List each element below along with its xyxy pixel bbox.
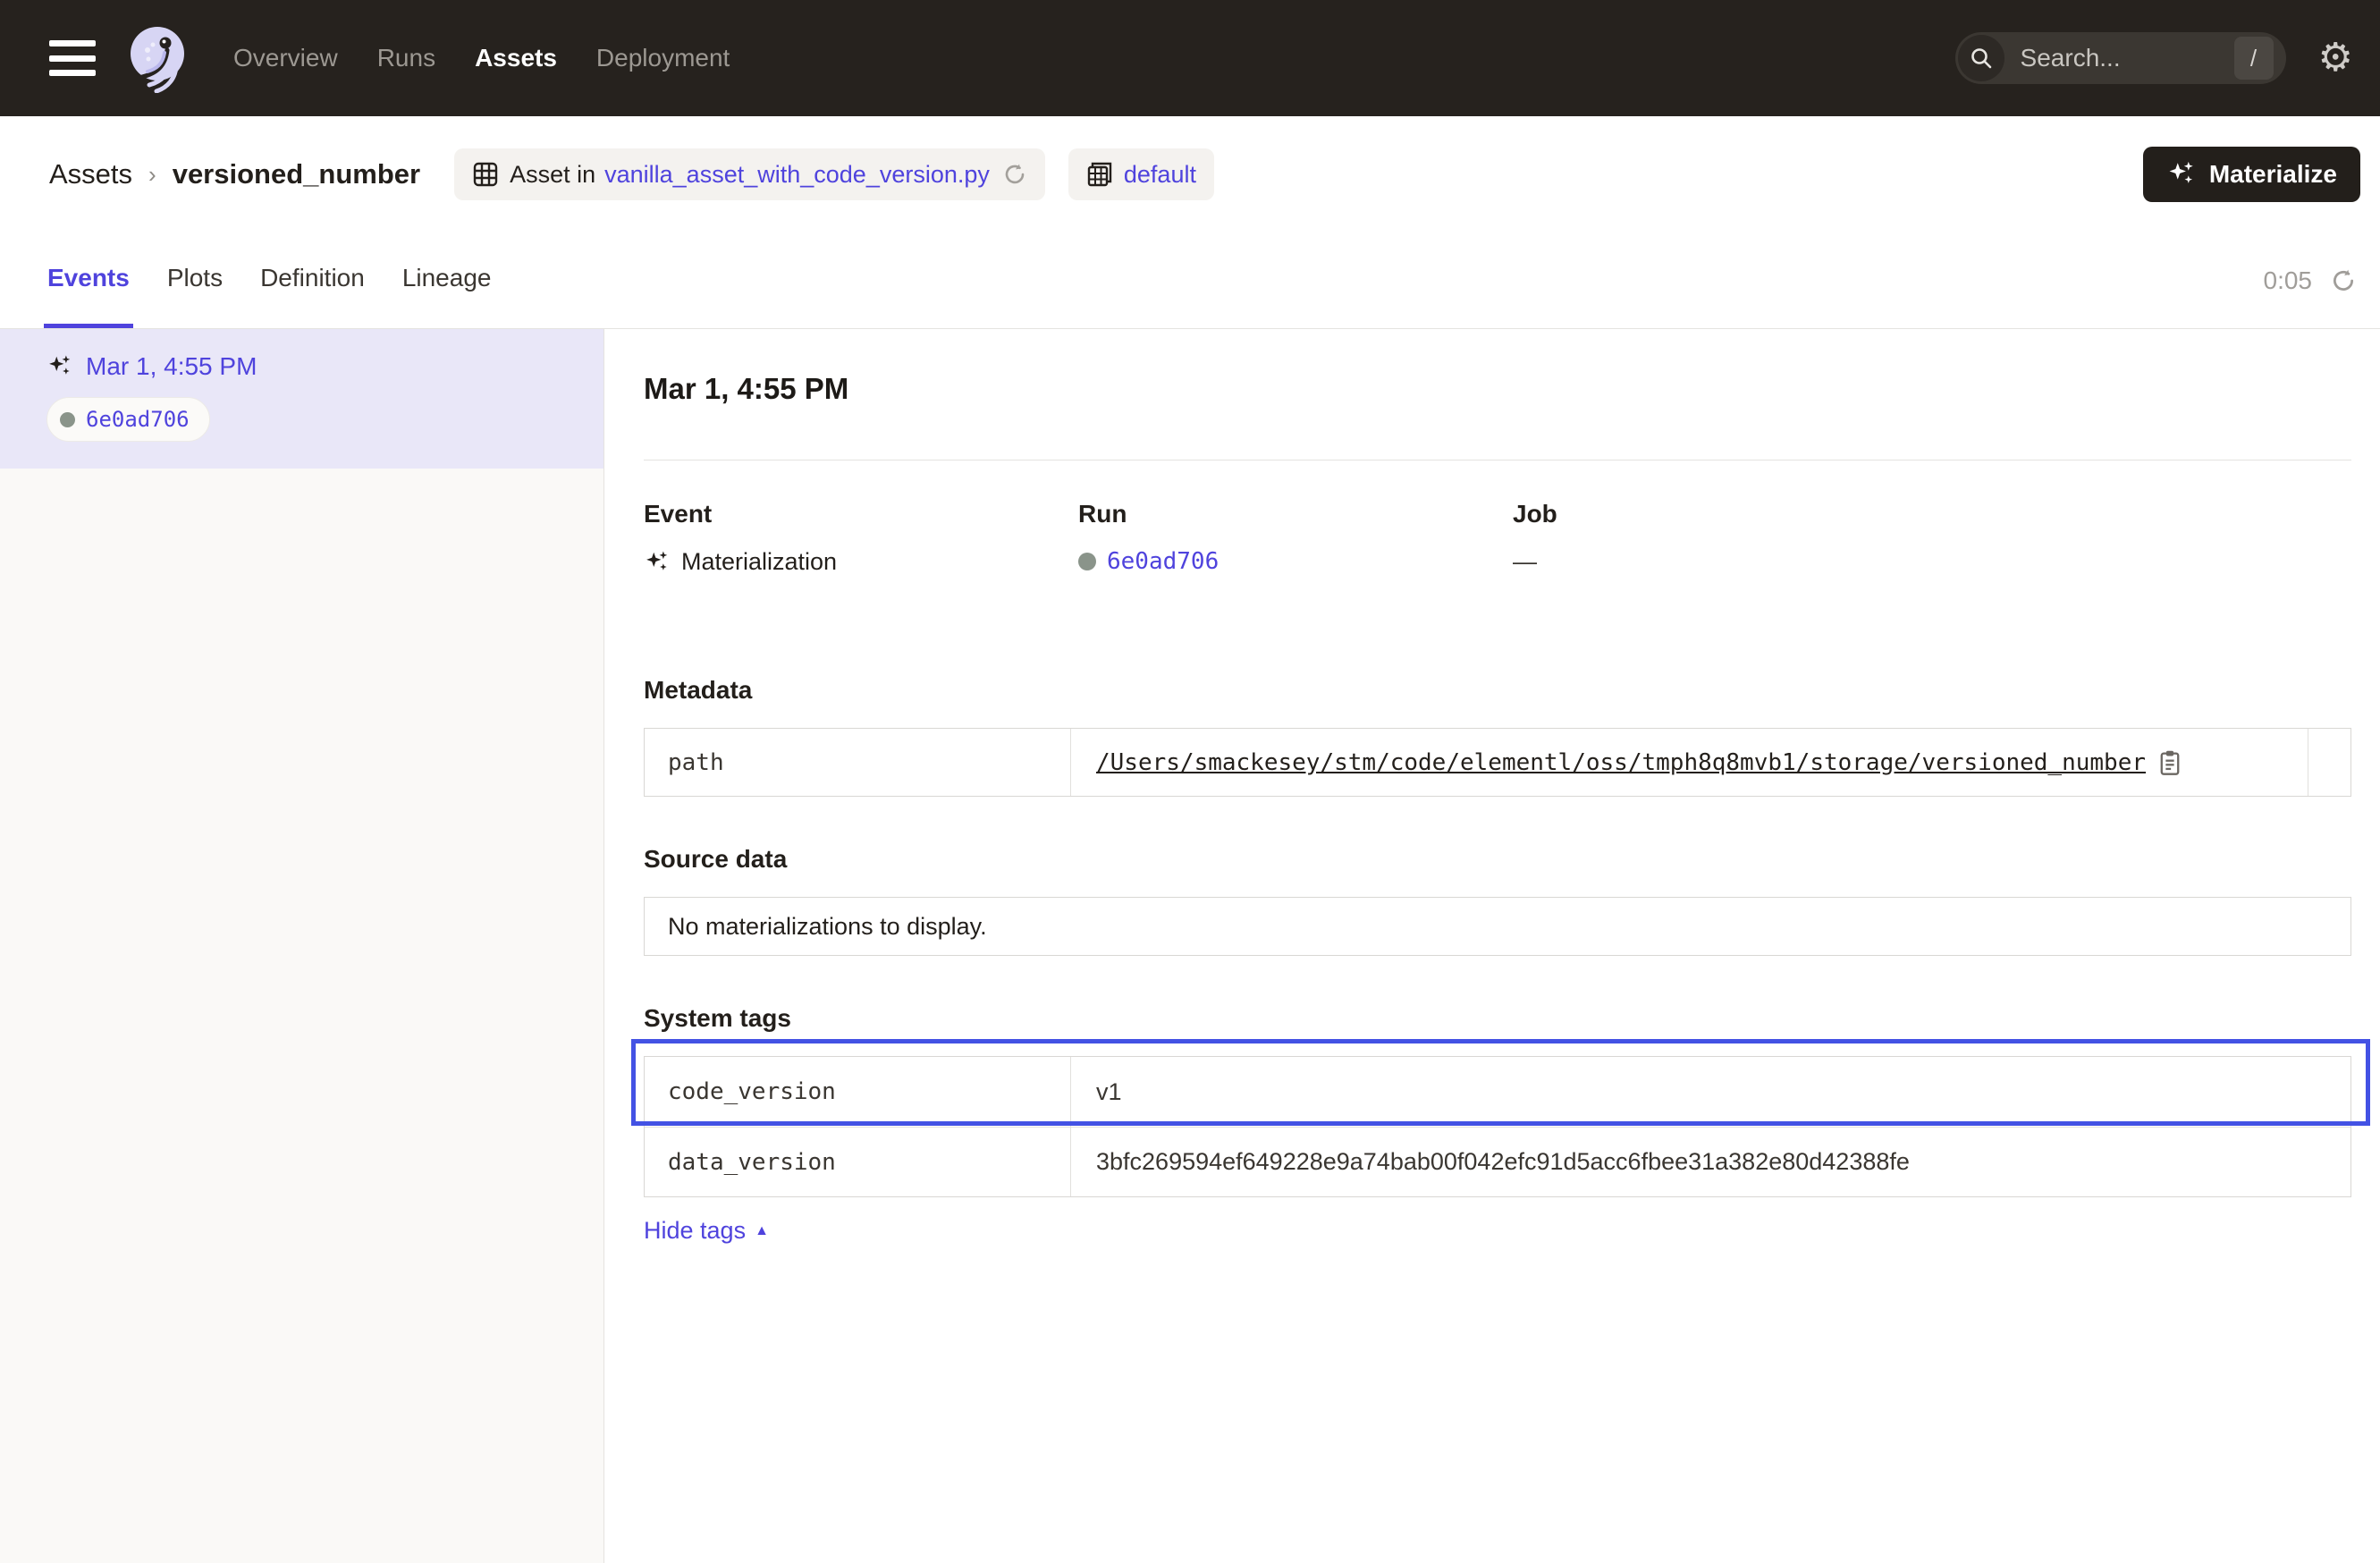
nav-assets[interactable]: Assets [475, 44, 557, 72]
job-column: Job — [1513, 500, 2351, 576]
asset-in-label: Asset in [510, 161, 595, 189]
event-detail-panel: Mar 1, 4:55 PM Event Materialization Run [604, 329, 2380, 1563]
run-status-dot [1078, 553, 1096, 570]
refresh-countdown: 0:05 [2264, 266, 2313, 295]
tag-row-data-version: data_version 3bfc269594ef649228e9a74bab0… [645, 1127, 2350, 1196]
event-summary-columns: Event Materialization Run 6e0ad706 [644, 500, 2351, 576]
materialize-button[interactable]: Materialize [2143, 147, 2360, 202]
asset-grid-icon [472, 161, 499, 188]
asset-header-row: Assets › versioned_number Asset in vanil… [0, 116, 2380, 232]
tab-plots[interactable]: Plots [164, 232, 226, 328]
event-list-item-selected[interactable]: Mar 1, 4:55 PM 6e0ad706 [0, 329, 603, 469]
app-header: Overview Runs Assets Deployment Search..… [0, 0, 2380, 116]
tag-row-code-version: code_version v1 [645, 1057, 2350, 1127]
run-id-link[interactable]: 6e0ad706 [1107, 548, 1219, 575]
caret-up-icon: ▲ [755, 1223, 769, 1239]
nav-deployment[interactable]: Deployment [596, 44, 730, 72]
system-tags-table: code_version v1 data_version 3bfc269594e… [644, 1056, 2351, 1197]
hide-tags-label: Hide tags [644, 1217, 746, 1245]
search-placeholder: Search... [2021, 44, 2234, 72]
repo-default-link[interactable]: default [1124, 161, 1196, 189]
tag-key: code_version [645, 1057, 1071, 1127]
sparkle-icon [2166, 159, 2197, 190]
run-column-label: Run [1078, 500, 1513, 528]
job-empty-value: — [1513, 548, 1537, 576]
event-type-value: Materialization [681, 548, 837, 576]
breadcrumb-assets[interactable]: Assets [49, 158, 132, 190]
search-shortcut-badge: / [2234, 37, 2274, 80]
refresh-icon[interactable] [2330, 267, 2357, 294]
reload-definition-icon[interactable] [1002, 162, 1027, 187]
tag-value: 3bfc269594ef649228e9a74bab00f042efc91d5a… [1071, 1128, 2350, 1196]
event-list-sidebar: Mar 1, 4:55 PM 6e0ad706 [0, 329, 604, 1563]
job-column-label: Job [1513, 500, 2351, 528]
run-id-chip[interactable]: 6e0ad706 [46, 397, 210, 442]
asset-file-link[interactable]: vanilla_asset_with_code_version.py [604, 161, 990, 189]
hamburger-menu-icon[interactable] [49, 40, 96, 76]
run-status-dot [60, 412, 75, 427]
materialization-sparkle-icon [644, 549, 671, 576]
materialize-label: Materialize [2209, 160, 2337, 189]
metadata-path-link[interactable]: /Users/smackesey/stm/code/elementl/oss/t… [1096, 749, 2146, 776]
copy-icon[interactable] [2158, 749, 2182, 776]
event-column-label: Event [644, 500, 1078, 528]
tag-key: data_version [645, 1128, 1071, 1196]
asset-definition-chip[interactable]: Asset in vanilla_asset_with_code_version… [454, 148, 1045, 200]
tab-definition[interactable]: Definition [257, 232, 368, 328]
repo-location-chip[interactable]: default [1068, 148, 1214, 200]
breadcrumb-chevron-icon: › [148, 161, 156, 189]
materialization-sparkle-icon [46, 353, 73, 380]
event-timestamp-link[interactable]: Mar 1, 4:55 PM [86, 352, 257, 381]
event-column: Event Materialization [644, 500, 1078, 576]
dagster-logo-icon[interactable] [121, 23, 190, 93]
hide-tags-link[interactable]: Hide tags ▲ [644, 1217, 769, 1245]
search-input[interactable]: Search... / [1955, 32, 2286, 84]
metadata-expand-cell[interactable] [2308, 729, 2350, 796]
asset-tabs-row: Events Plots Definition Lineage 0:05 [0, 232, 2380, 329]
settings-gear-icon[interactable]: ⚙ [2318, 38, 2353, 78]
metadata-heading: Metadata [644, 676, 2351, 705]
breadcrumb-asset-name: versioned_number [173, 158, 420, 190]
source-data-empty-message: No materializations to display. [668, 913, 987, 941]
primary-nav: Overview Runs Assets Deployment [233, 44, 730, 72]
page-body: Mar 1, 4:55 PM 6e0ad706 Mar 1, 4:55 PM E… [0, 329, 2380, 1563]
tag-value: v1 [1071, 1057, 2350, 1127]
source-data-empty-box: No materializations to display. [644, 897, 2351, 956]
metadata-table: path /Users/smackesey/stm/code/elementl/… [644, 728, 2351, 797]
nav-overview[interactable]: Overview [233, 44, 338, 72]
tab-events[interactable]: Events [44, 232, 133, 328]
run-column: Run 6e0ad706 [1078, 500, 1513, 576]
event-detail-title: Mar 1, 4:55 PM [644, 372, 2351, 406]
repo-grid-icon [1086, 161, 1113, 188]
system-tags-heading: System tags [644, 1004, 2351, 1033]
search-icon [1958, 35, 2004, 81]
tab-lineage[interactable]: Lineage [399, 232, 495, 328]
run-id-text: 6e0ad706 [86, 407, 190, 432]
metadata-key: path [645, 729, 1071, 796]
nav-runs[interactable]: Runs [377, 44, 435, 72]
source-data-heading: Source data [644, 845, 2351, 874]
